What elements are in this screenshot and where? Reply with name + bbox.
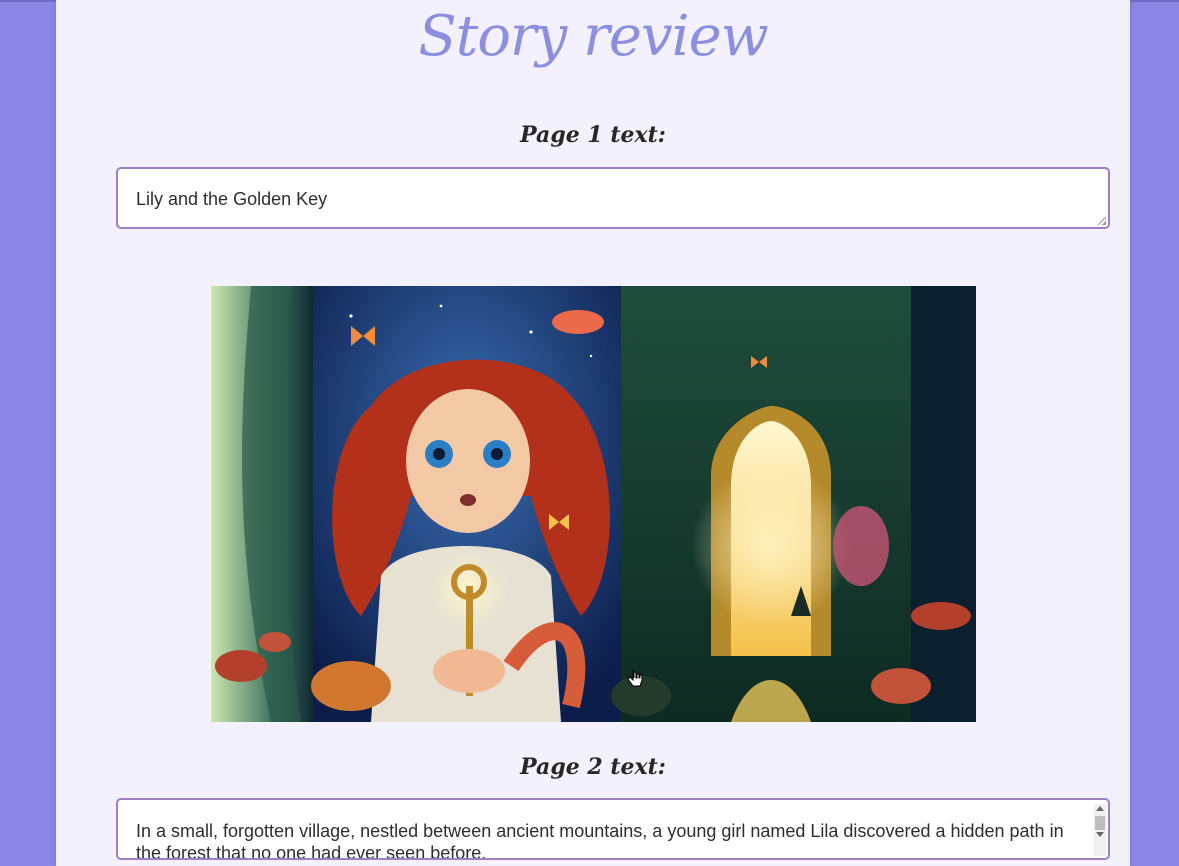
- scrollbar[interactable]: [1094, 804, 1106, 856]
- mouse-cursor-icon: [627, 669, 643, 687]
- scroll-up-icon[interactable]: [1096, 806, 1104, 811]
- page-2-text: In a small, forgotten village, nestled b…: [136, 821, 1064, 860]
- page-2-text-field[interactable]: In a small, forgotten village, nestled b…: [116, 798, 1110, 860]
- scroll-thumb[interactable]: [1095, 816, 1105, 830]
- page-title: Story review: [418, 4, 768, 69]
- scroll-down-icon[interactable]: [1096, 832, 1104, 837]
- story-illustration: [211, 286, 976, 722]
- resize-handle-icon[interactable]: [1098, 217, 1106, 225]
- page-1-text-field[interactable]: Lily and the Golden Key: [116, 167, 1110, 229]
- story-review-panel: Story review Page 1 text: Lily and the G…: [56, 0, 1130, 866]
- page-1-text: Lily and the Golden Key: [136, 189, 328, 209]
- page-1-label: Page 1 text:: [520, 122, 666, 148]
- page-2-label: Page 2 text:: [520, 754, 666, 780]
